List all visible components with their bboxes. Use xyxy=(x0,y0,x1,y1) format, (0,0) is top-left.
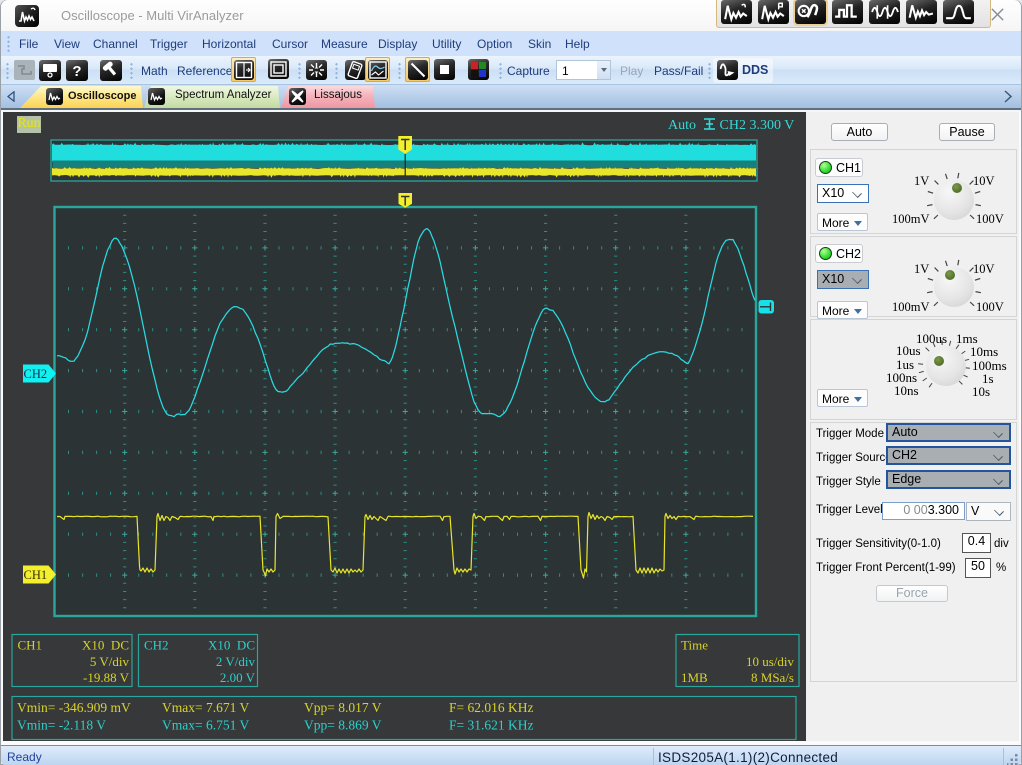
svg-text:Vmax= 7.671 V: Vmax= 7.671 V xyxy=(162,700,249,715)
svg-text:X10 DC: X10 DC xyxy=(208,638,255,653)
svg-text:X10 DC: X10 DC xyxy=(82,638,129,653)
svg-text:Vmin= -2.118 V: Vmin= -2.118 V xyxy=(17,718,106,733)
svg-text:-19.88 V: -19.88 V xyxy=(83,670,130,685)
svg-text:Vpp= 8.017 V: Vpp= 8.017 V xyxy=(304,700,382,715)
svg-text:8 MSa/s: 8 MSa/s xyxy=(751,670,794,685)
svg-text:Vmin= -346.909 mV: Vmin= -346.909 mV xyxy=(17,700,131,715)
svg-text:CH1: CH1 xyxy=(24,568,48,582)
svg-text:Vmax= 6.751 V: Vmax= 6.751 V xyxy=(162,718,249,733)
svg-text:CH2: CH2 xyxy=(24,367,48,381)
svg-text:CH2: CH2 xyxy=(144,638,169,653)
svg-text:10 us/div: 10 us/div xyxy=(746,654,795,669)
svg-text:5 V/div: 5 V/div xyxy=(90,654,130,669)
svg-text:CH1: CH1 xyxy=(18,638,43,653)
svg-text:2 V/div: 2 V/div xyxy=(216,654,256,669)
svg-text:F= 31.621 KHz: F= 31.621 KHz xyxy=(449,718,534,733)
svg-text:F= 62.016 KHz: F= 62.016 KHz xyxy=(449,700,534,715)
svg-text:Vpp= 8.869 V: Vpp= 8.869 V xyxy=(304,718,382,733)
svg-text:?: ? xyxy=(72,63,81,80)
svg-text:1MB: 1MB xyxy=(681,670,708,685)
svg-text:Time: Time xyxy=(681,638,708,653)
svg-text:2.00 V: 2.00 V xyxy=(220,670,256,685)
